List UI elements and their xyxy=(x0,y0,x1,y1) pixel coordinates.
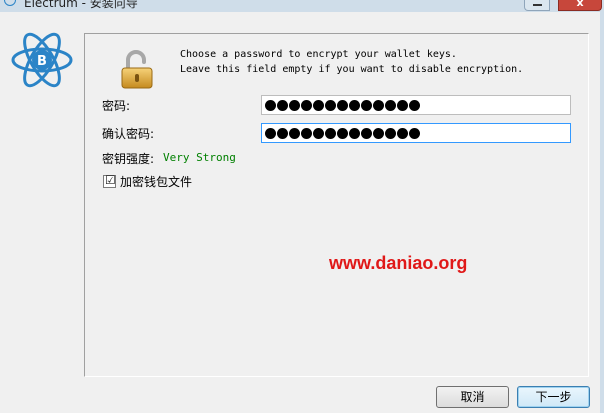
password-label: 密码: xyxy=(102,99,131,113)
password-dot xyxy=(265,100,276,111)
password-dot xyxy=(301,100,312,111)
password-dot xyxy=(361,100,372,111)
password-dot xyxy=(337,128,348,139)
password-dot xyxy=(313,128,324,139)
close-icon: x xyxy=(576,0,584,9)
confirm-password-label: 确认密码: xyxy=(102,127,155,141)
confirm-password-input[interactable] xyxy=(261,123,571,143)
instruction-line-2: Leave this field empty if you want to di… xyxy=(180,63,524,75)
open-padlock-icon xyxy=(121,50,153,89)
wizard-panel xyxy=(84,33,589,377)
password-dot xyxy=(349,128,360,139)
password-dot xyxy=(409,100,420,111)
encrypt-file-label[interactable]: 加密钱包文件 xyxy=(120,173,192,190)
password-mask xyxy=(265,98,420,111)
minimize-button[interactable] xyxy=(524,0,550,11)
window-title: Electrum - 安装向导 xyxy=(24,0,138,10)
encrypt-file-checkbox[interactable]: ☑ xyxy=(103,173,116,188)
strength-value: Very Strong xyxy=(163,151,236,164)
password-dot xyxy=(349,100,360,111)
password-dot xyxy=(373,100,384,111)
close-button[interactable]: x xyxy=(558,0,602,11)
password-dot xyxy=(397,128,408,139)
password-dot xyxy=(385,100,396,111)
electrum-title-icon xyxy=(4,0,16,6)
password-dot xyxy=(361,128,372,139)
minimize-icon xyxy=(533,4,542,6)
password-dot xyxy=(301,128,312,139)
strength-label: 密钥强度: xyxy=(102,152,155,166)
password-dot xyxy=(325,100,336,111)
electrum-logo-icon: B xyxy=(11,32,73,88)
password-dot xyxy=(265,128,276,139)
confirm-password-mask xyxy=(265,126,420,139)
svg-text:B: B xyxy=(37,54,47,69)
password-dot xyxy=(409,128,420,139)
password-dot xyxy=(313,100,324,111)
next-button[interactable]: 下一步 xyxy=(517,386,590,408)
checkmark-icon: ☑ xyxy=(105,173,116,187)
password-dot xyxy=(289,128,300,139)
window-frame-right xyxy=(600,12,604,413)
password-dot xyxy=(397,100,408,111)
password-dot xyxy=(385,128,396,139)
password-dot xyxy=(277,128,288,139)
encryption-instructions: Choose a password to encrypt your wallet… xyxy=(180,48,523,77)
password-dot xyxy=(289,100,300,111)
password-dot xyxy=(325,128,336,139)
instruction-line-1: Choose a password to encrypt your wallet… xyxy=(180,49,457,60)
password-dot xyxy=(337,100,348,111)
password-dot xyxy=(277,100,288,111)
title-bar: Electrum - 安装向导 x xyxy=(0,0,604,12)
password-dot xyxy=(373,128,384,139)
password-input[interactable] xyxy=(261,95,571,115)
cancel-button[interactable]: 取消 xyxy=(436,386,509,408)
watermark-text: www.daniao.org xyxy=(329,253,468,273)
